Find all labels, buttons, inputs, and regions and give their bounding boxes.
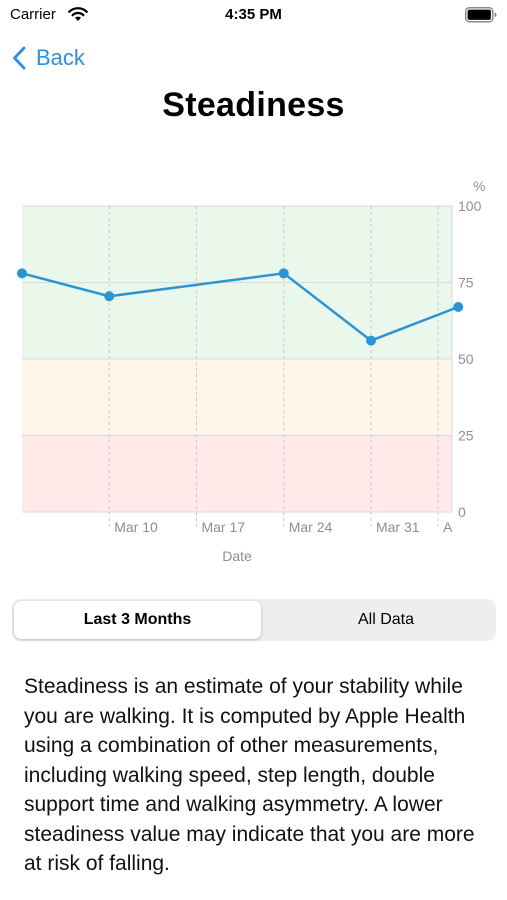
steadiness-chart: 100 75 50 25 0% Mar 10 Mar 17 Mar 24 Mar 31 A Date [17,178,485,564]
status-bar: Carrier 4:35 PM [0,0,507,30]
data-point [17,268,27,279]
chart-band-2 [22,435,452,512]
back-button[interactable]: Back [12,42,85,74]
y-unit-label: % [473,178,485,194]
battery-full-icon [465,7,497,23]
x-tick-label: Mar 17 [201,519,245,535]
x-tick-label: Mar 10 [114,519,158,535]
y-tick-label: 50 [458,351,474,367]
chevron-left-icon [13,46,26,70]
x-tick-label: Mar 31 [376,519,420,535]
data-point [365,335,376,346]
data-point [453,301,464,312]
page-title: Steadiness [162,86,345,124]
x-axis-title: Date [222,548,252,564]
y-tick-label: 0 [458,504,466,520]
segment-last-3-months[interactable]: Last 3 Months [14,601,261,639]
back-label: Back [36,45,85,70]
y-tick-label: 25 [458,428,474,444]
data-point [278,268,289,279]
time-range-segmented-control: Last 3 Months All Data [12,599,496,641]
data-point [104,291,115,302]
x-tick-label: Mar 24 [289,519,333,535]
y-tick-label: 75 [458,275,474,291]
segment-all-data[interactable]: All Data [264,601,507,639]
x-tick-label: A [443,519,453,535]
steadiness-description: Steadiness is an estimate of your stabil… [24,675,475,875]
y-tick-label: 100 [458,198,482,214]
chart-band-1 [22,359,452,436]
status-time: 4:35 PM [225,6,282,23]
